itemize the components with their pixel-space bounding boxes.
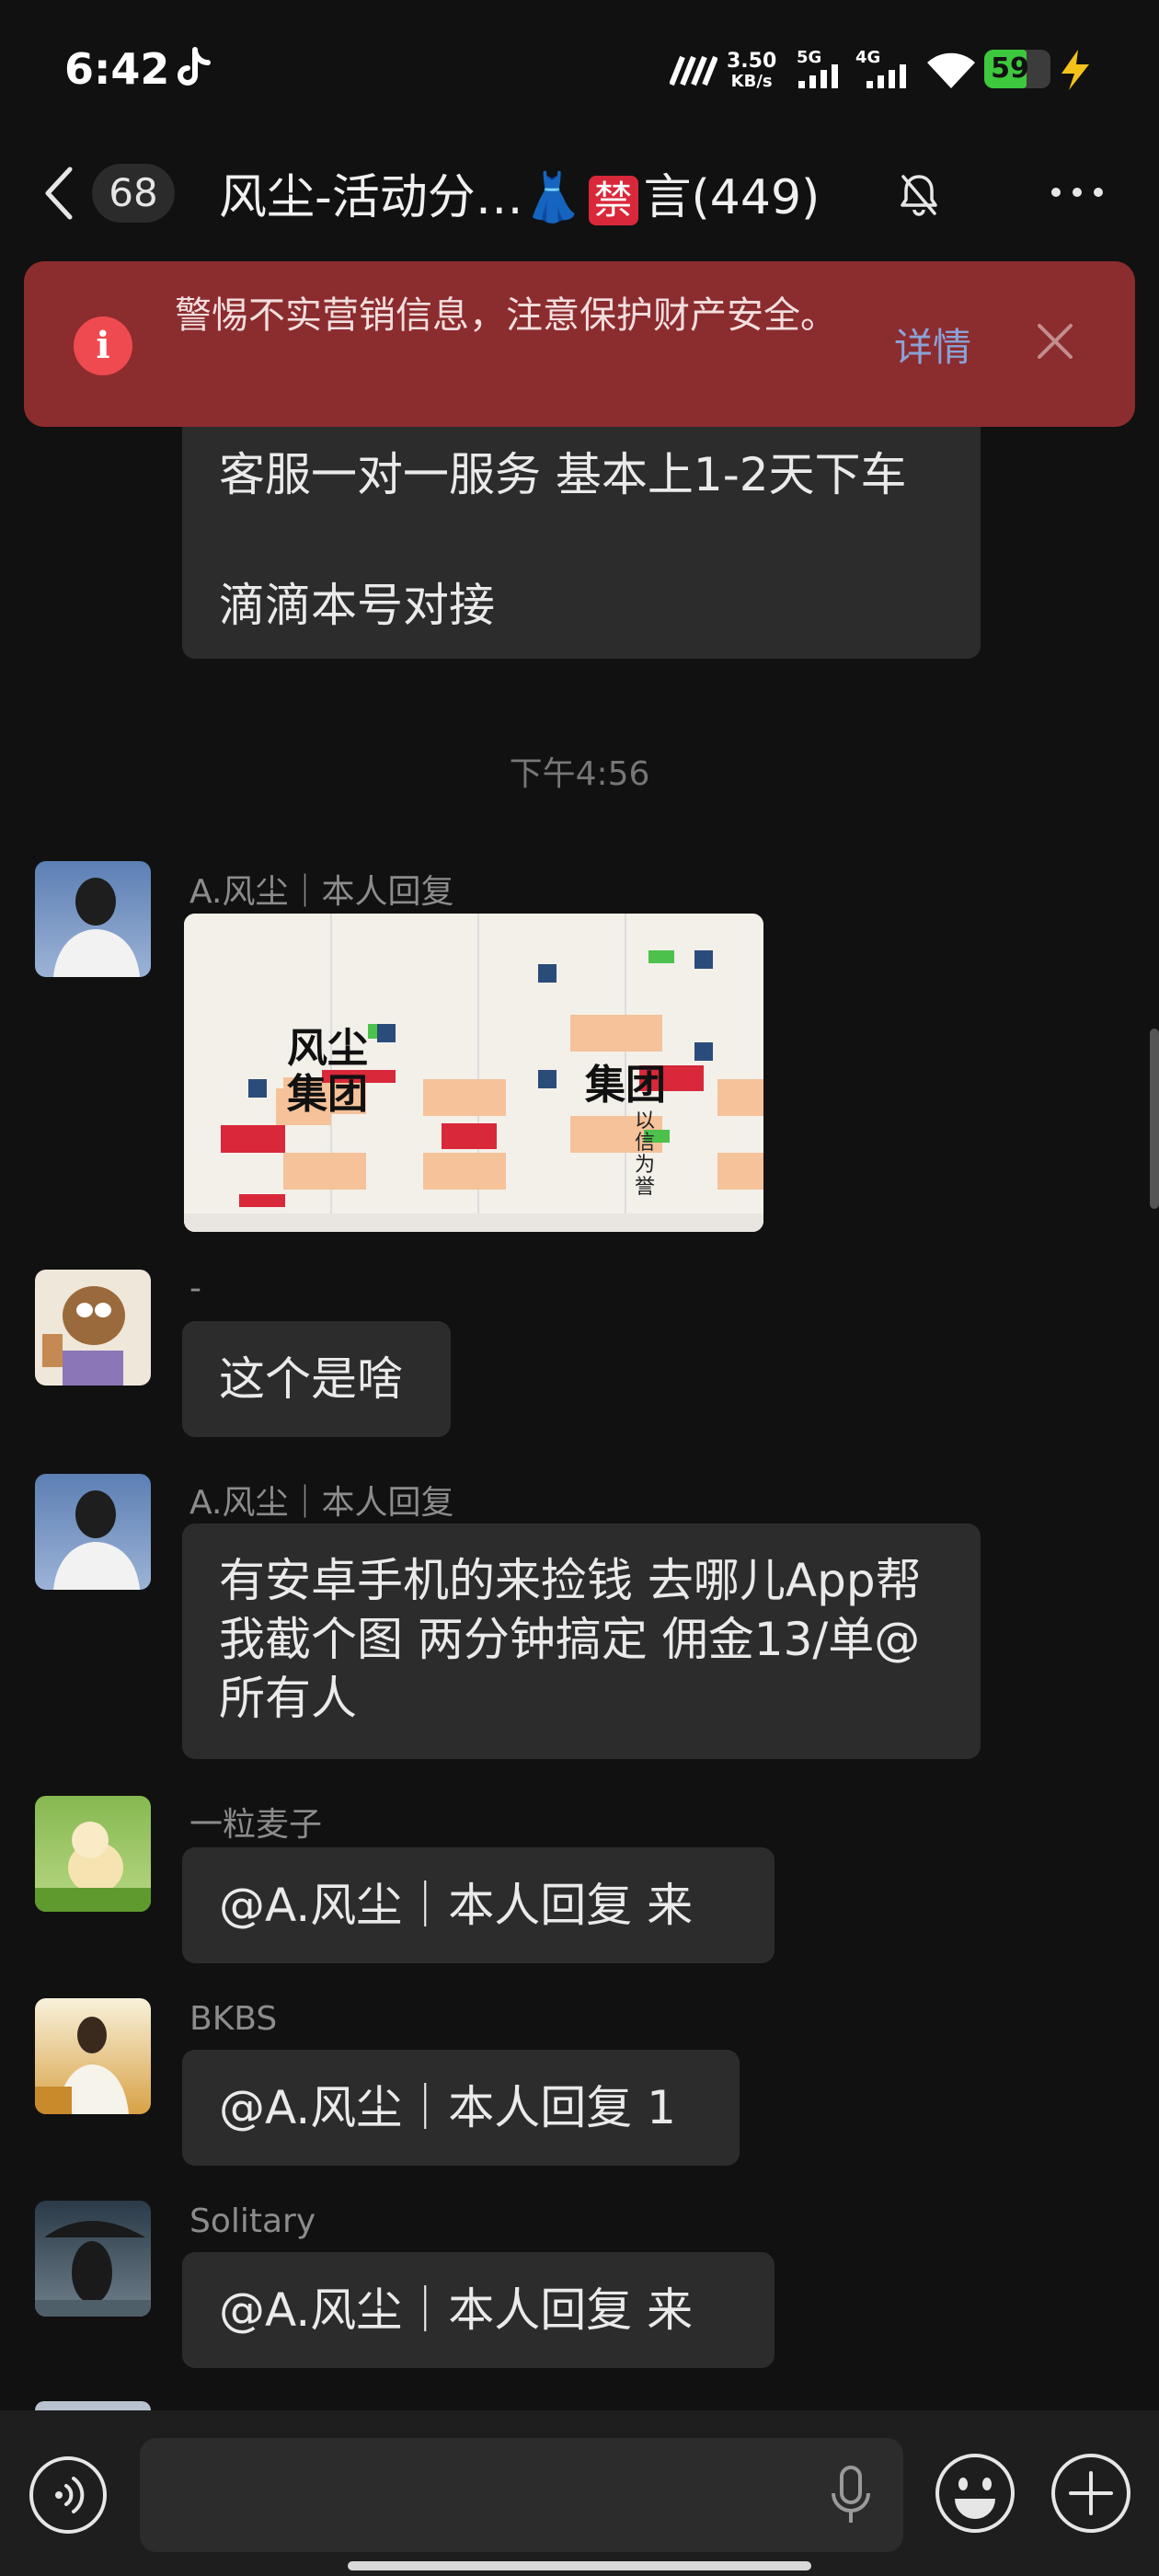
add-attachment-icon[interactable] xyxy=(1049,2451,1133,2536)
voice-input-icon[interactable] xyxy=(28,2455,109,2536)
signal-4g-icon: 4G xyxy=(855,48,906,88)
avatar[interactable] xyxy=(35,861,151,977)
image-big-text-3: 集团 xyxy=(585,1062,666,1109)
sender-name: A.风尘｜本人回复 xyxy=(189,873,454,911)
chat-title[interactable]: 风尘-活动分…👗 禁言(449) xyxy=(219,158,820,227)
home-indicator[interactable] xyxy=(348,2561,811,2570)
message-bubble-partial-top xyxy=(182,427,981,445)
carrier-icon xyxy=(670,55,717,86)
message-bubble-partial[interactable]: 客服一对一服务 基本上1-2天下车 滴滴本号对接 xyxy=(182,427,981,659)
message-input[interactable] xyxy=(140,2438,903,2552)
status-bar: 6:42 3.50 KB/s 5G 4G 59 xyxy=(0,0,1159,138)
scam-warning-banner: i 警惕不实营销信息，注意保护财产安全。 详情 xyxy=(24,261,1135,427)
avatar[interactable] xyxy=(35,1998,151,2114)
message-bubble[interactable]: 这个是啥 xyxy=(182,1321,451,1437)
unread-count-badge[interactable]: 68 xyxy=(92,164,175,223)
battery-icon: 59 xyxy=(984,50,1050,88)
avatar[interactable] xyxy=(35,1474,151,1590)
image-message[interactable]: 风尘 集团 集团 以信为誉 xyxy=(184,914,763,1232)
emoji-icon[interactable] xyxy=(933,2451,1017,2536)
signal-5g-icon: 5G xyxy=(797,48,838,88)
sender-name: 一粒麦子 xyxy=(189,1806,323,1844)
close-icon[interactable] xyxy=(1034,320,1076,362)
charging-icon xyxy=(1061,50,1089,90)
wifi-icon xyxy=(927,52,975,88)
message-bubble[interactable]: @A.风尘｜本人回复 来 xyxy=(182,2252,775,2368)
muted-bell-icon[interactable] xyxy=(896,171,942,217)
message-bubble[interactable]: @A.风尘｜本人回复 来 xyxy=(182,1847,775,1963)
back-icon[interactable] xyxy=(40,164,77,223)
sender-name: - xyxy=(189,1270,201,1307)
microphone-icon[interactable] xyxy=(828,2464,874,2528)
image-side-text: 以信为誉 xyxy=(635,1110,656,1199)
warning-detail-link[interactable]: 详情 xyxy=(894,316,971,373)
avatar[interactable] xyxy=(35,2201,151,2317)
message-bubble[interactable]: 有安卓手机的来捡钱 去哪儿App帮我截个图 两分钟搞定 佣金13/单@所有人 xyxy=(182,1524,981,1759)
dress-emoji: 👗 xyxy=(522,170,583,225)
tiktok-icon xyxy=(178,47,211,86)
screenshot-collage xyxy=(184,914,763,1232)
avatar-partial xyxy=(35,2401,151,2410)
status-time: 6:42 xyxy=(64,44,170,94)
more-options-icon[interactable] xyxy=(1049,180,1106,204)
message-bubble[interactable]: @A.风尘｜本人回复 1 xyxy=(182,2050,740,2166)
net-speed: 3.50 KB/s xyxy=(727,50,777,92)
avatar[interactable] xyxy=(35,1796,151,1912)
sender-name: A.风尘｜本人回复 xyxy=(189,1484,454,1522)
warning-text: 警惕不实营销信息，注意保护财产安全。 xyxy=(175,294,837,337)
message-timestamp: 下午4:56 xyxy=(509,755,650,793)
sender-name: Solitary xyxy=(189,2202,316,2240)
sender-name: BKBS xyxy=(189,2000,278,2038)
warning-info-icon: i xyxy=(74,316,132,375)
ban-emoji: 禁 xyxy=(588,176,638,225)
avatar[interactable] xyxy=(35,1270,151,1386)
image-big-text-2: 集团 xyxy=(287,1071,368,1118)
chat-scrollbar[interactable] xyxy=(1150,1029,1159,1209)
